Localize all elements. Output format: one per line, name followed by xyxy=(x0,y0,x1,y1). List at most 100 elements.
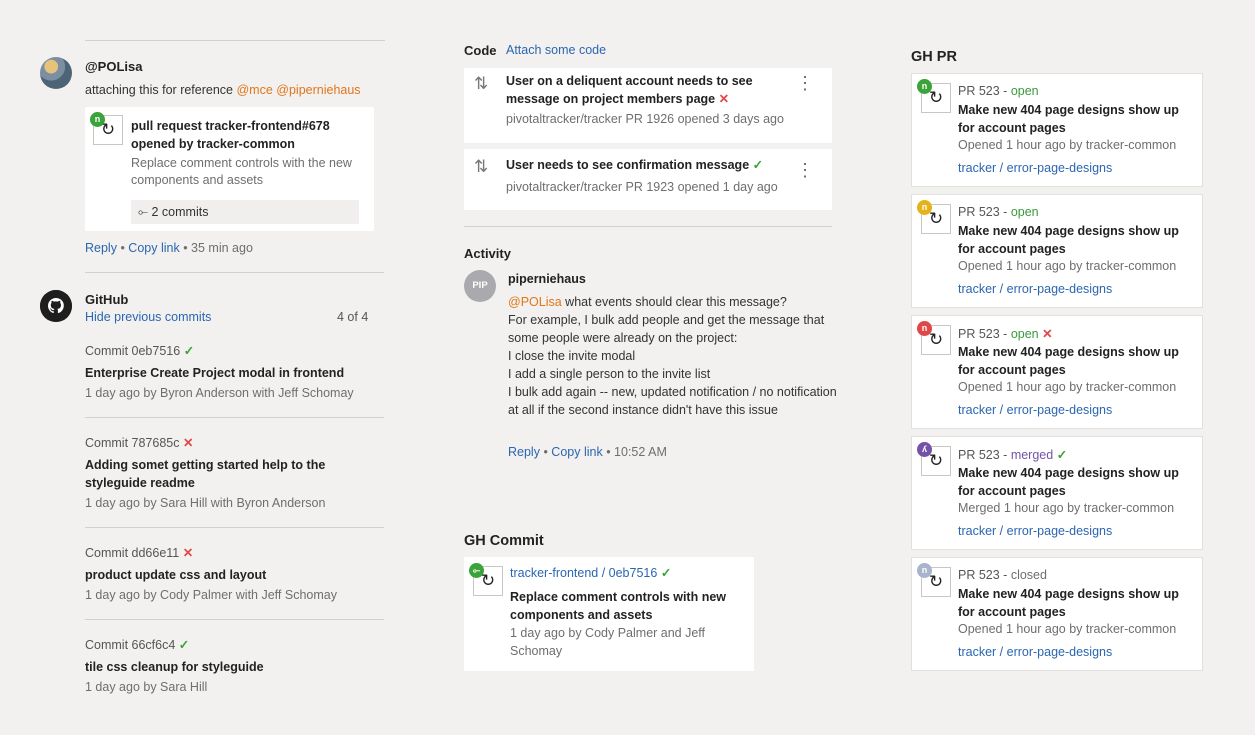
reply-link[interactable]: Reply xyxy=(508,445,540,459)
pr-branch-link[interactable]: tracker / error-page-designs xyxy=(958,161,1112,175)
pr-check-icon: ✓ xyxy=(1056,448,1068,462)
code-pr-title-text: User needs to see confirmation message xyxy=(506,158,750,172)
pr-title: Make new 404 page designs show up for ac… xyxy=(958,224,1179,256)
pr-meta: Merged 1 hour ago by tracker-common xyxy=(958,501,1175,515)
pull-request-card[interactable]: ↻ n pull request tracker-frontend#678 op… xyxy=(85,107,374,231)
activity-body: @POLisa what events should clear this me… xyxy=(508,293,838,419)
gh-pr-column: GH PR ↻ n PR 523 - open Make new 404 page … xyxy=(911,0,1203,735)
copy-link[interactable]: Copy link xyxy=(551,445,602,459)
avatar[interactable] xyxy=(40,57,72,89)
pr-title: Make new 404 page designs show up for ac… xyxy=(958,466,1179,498)
reply-link[interactable]: Reply xyxy=(85,241,117,255)
mention-polisa[interactable]: @POLisa xyxy=(508,295,562,309)
activity-line: For example, I bulk add people and get t… xyxy=(508,313,825,345)
commit-count: 4 of 4 xyxy=(337,310,369,324)
gh-commit-header: tracker-frontend / 0eb7516 ✓ xyxy=(510,565,671,580)
pr-branch-link[interactable]: tracker / error-page-designs xyxy=(958,645,1112,659)
github-icon xyxy=(40,290,72,322)
gh-commit-message: Replace comment controls with new compon… xyxy=(510,590,727,622)
commit-message: Enterprise Create Project modal in front… xyxy=(85,366,345,380)
gh-pr-tile[interactable]: ↻ n PR 523 - open Make new 404 page design… xyxy=(911,194,1203,308)
pr-meta: Opened 1 hour ago by tracker-common xyxy=(958,138,1177,152)
pr-branch-link[interactable]: tracker / error-page-designs xyxy=(958,403,1112,417)
pr-meta: Opened 1 hour ago by tracker-common xyxy=(958,259,1177,273)
pr-status-icon: n xyxy=(917,563,932,578)
pr-title: Make new 404 page designs show up for ac… xyxy=(958,103,1179,135)
gh-pr-tile[interactable]: ↻ n PR 523 - closed Make new 404 page desi… xyxy=(911,557,1203,671)
code-pr-title-text: User on a deliquent account needs to see… xyxy=(506,74,753,106)
cross-icon: ✕ xyxy=(182,436,194,450)
mention-mce[interactable]: @mce xyxy=(236,83,272,97)
mention-piperniehaus[interactable]: @piperniehaus xyxy=(276,83,360,97)
code-pr-meta: pivotaltracker/tracker PR 1926 opened 3 … xyxy=(506,112,784,126)
pr-card-description: Replace comment controls with the new co… xyxy=(131,156,352,187)
pr-state: open xyxy=(1010,84,1039,98)
pr-header: PR 523 - open xyxy=(958,205,1039,219)
commit-item[interactable]: Commit 66cf6c4 ✓ tile css cleanup for st… xyxy=(85,636,384,696)
pr-state: merged xyxy=(1010,448,1054,462)
divider xyxy=(85,272,384,273)
activity-author[interactable]: piperniehaus xyxy=(508,272,586,286)
code-pr-card[interactable]: ⇅ User on a deliquent account needs to s… xyxy=(464,68,832,143)
github-title: GitHub xyxy=(85,292,129,307)
commits-toggle[interactable]: ⟜ 2 commits xyxy=(131,200,359,224)
pr-number: PR 523 - xyxy=(958,448,1011,462)
commit-meta: 1 day ago by Byron Anderson with Jeff Sc… xyxy=(85,386,354,400)
more-options-icon[interactable]: ⋮ xyxy=(796,74,814,92)
gh-pr-tile[interactable]: ↻ ʎ PR 523 - merged ✓ Make new 404 page des… xyxy=(911,436,1203,550)
attach-code-link[interactable]: Attach some code xyxy=(506,43,606,57)
pr-check-icon: ✕ xyxy=(1042,327,1053,341)
copy-link[interactable]: Copy link xyxy=(128,241,179,255)
divider xyxy=(85,619,384,620)
pr-branch-link[interactable]: tracker / error-page-designs xyxy=(958,524,1112,538)
activity-line: I close the invite modal xyxy=(508,349,636,363)
code-pr-title: User needs to see confirmation message ✓ xyxy=(506,156,776,174)
more-options-icon[interactable]: ⋮ xyxy=(796,161,814,179)
commit-item[interactable]: Commit 787685c ✕ Adding somet getting st… xyxy=(85,434,384,512)
pr-number: PR 523 - xyxy=(958,568,1011,582)
activity-time: 10:52 AM xyxy=(614,445,667,459)
commit-hash: Commit dd66e11 xyxy=(85,546,180,560)
commit-item[interactable]: Commit dd66e11 ✕ product update css and … xyxy=(85,544,384,604)
pr-meta: Opened 1 hour ago by tracker-common xyxy=(958,380,1177,394)
activity-title: Activity xyxy=(464,246,511,261)
pr-header: PR 523 - closed xyxy=(958,568,1047,582)
comment-author[interactable]: @POLisa xyxy=(85,59,142,74)
code-pr-card[interactable]: ⇅ User needs to see confirmation message… xyxy=(464,149,832,210)
pr-title: Make new 404 page designs show up for ac… xyxy=(958,587,1179,619)
divider xyxy=(85,527,384,528)
code-pr-meta: pivotaltracker/tracker PR 1923 opened 1 … xyxy=(506,180,778,194)
pull-request-icon: ⇅ xyxy=(474,74,489,93)
commit-message: product update css and layout xyxy=(85,568,267,582)
pr-state: open xyxy=(1010,205,1039,219)
commit-hash: Commit 66cf6c4 xyxy=(85,638,176,652)
pr-state: closed xyxy=(1010,568,1047,582)
commits-count: 2 commits xyxy=(151,205,209,219)
comment-column: @POLisa attaching this for reference @mc… xyxy=(40,40,385,694)
gh-commit-card[interactable]: ↻ ⟜ tracker-frontend / 0eb7516 ✓ Replace… xyxy=(464,557,754,671)
code-section-title: Code xyxy=(464,43,497,58)
gh-pr-tile[interactable]: ↻ n PR 523 - open Make new 404 page design… xyxy=(911,73,1203,187)
activity-line: what events should clear this message? xyxy=(561,295,787,309)
commit-message: tile css cleanup for styleguide xyxy=(85,660,264,674)
hide-previous-commits[interactable]: Hide previous commits xyxy=(85,310,211,324)
check-icon: ✓ xyxy=(183,344,195,358)
commit-meta: 1 day ago by Cody Palmer with Jeff Schom… xyxy=(85,588,337,602)
activity-meta: Reply • Copy link • 10:52 AM xyxy=(508,445,667,459)
commit-item[interactable]: Commit 0eb7516 ✓ Enterprise Create Proje… xyxy=(85,342,384,402)
commit-icon: ⟜ xyxy=(138,205,149,219)
commit-meta: 1 day ago by Sara Hill with Byron Anders… xyxy=(85,496,326,510)
check-icon: ✓ xyxy=(752,158,764,172)
avatar[interactable]: PIP xyxy=(464,270,496,302)
pr-branch-link[interactable]: tracker / error-page-designs xyxy=(958,282,1112,296)
pr-header: PR 523 - merged ✓ xyxy=(958,447,1067,462)
gh-commit-link[interactable]: tracker-frontend / 0eb7516 xyxy=(510,566,657,580)
pr-card-title[interactable]: pull request tracker-frontend#678 opened… xyxy=(131,117,361,153)
pull-request-icon: ⇅ xyxy=(474,157,489,176)
gh-pr-tile[interactable]: ↻ n PR 523 - open ✕ Make new 404 page desig… xyxy=(911,315,1203,429)
code-pr-title: User on a deliquent account needs to see… xyxy=(506,72,776,108)
comment-time: 35 min ago xyxy=(191,241,253,255)
code-column: Code Attach some code ⇅ User on a deliqu… xyxy=(464,0,837,735)
pr-number: PR 523 - xyxy=(958,84,1011,98)
activity-line: I add a single person to the invite list xyxy=(508,367,711,381)
